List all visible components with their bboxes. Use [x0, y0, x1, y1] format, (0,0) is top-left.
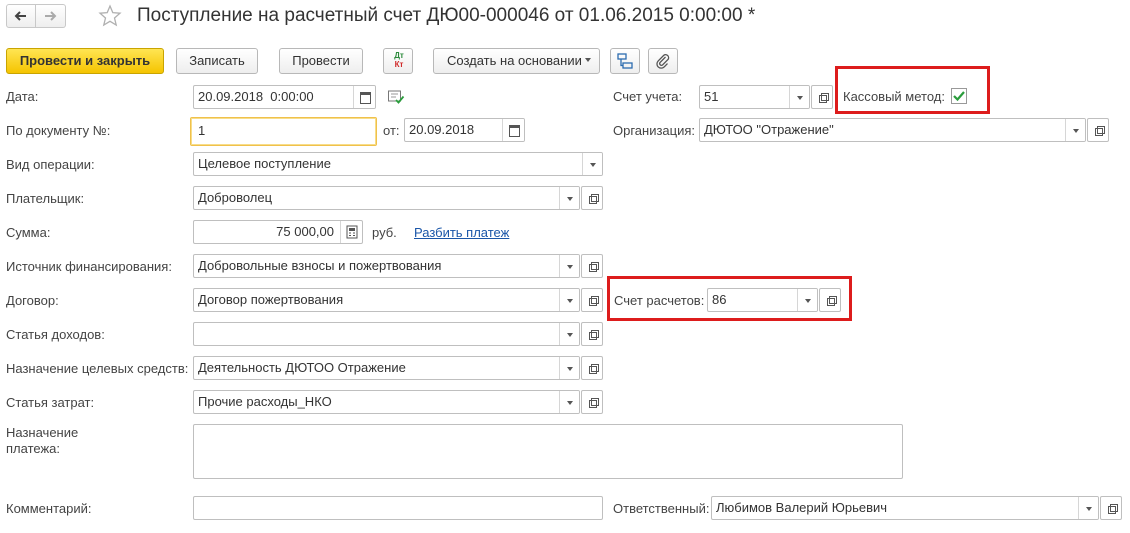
forward-button[interactable]: [36, 4, 66, 28]
responsible-label: Ответственный:: [613, 501, 710, 516]
responsible-open-button[interactable]: [1100, 496, 1122, 520]
funding-source-label: Источник финансирования:: [6, 259, 172, 274]
from-calendar-icon[interactable]: [502, 119, 524, 141]
funding-source-dropdown-icon[interactable]: [559, 255, 579, 277]
target-funds-label: Назначение целевых средств:: [6, 361, 189, 376]
cash-method-highlight: [835, 66, 990, 114]
expense-item-value: Прочие расходы_НКО: [198, 394, 332, 409]
date-field[interactable]: 20.09.2018 0:00:00: [193, 85, 376, 109]
notes-check-icon[interactable]: [387, 89, 405, 105]
payment-purpose-label-line1: Назначение: [6, 425, 79, 440]
organization-open-button[interactable]: [1087, 118, 1109, 142]
structure-icon: [617, 53, 633, 69]
payer-open-button[interactable]: [581, 186, 603, 210]
payer-select[interactable]: Доброволец: [193, 186, 580, 210]
attachment-button[interactable]: [648, 48, 678, 74]
currency-label: руб.: [372, 225, 397, 240]
date-label: Дата:: [6, 89, 39, 104]
comment-input[interactable]: [193, 496, 603, 520]
responsible-dropdown-icon[interactable]: [1078, 497, 1098, 519]
account-value: 51: [704, 89, 719, 104]
account-label: Счет учета:: [613, 89, 683, 104]
page-title: Поступление на расчетный счет ДЮ00-00004…: [137, 5, 756, 26]
comment-label: Комментарий:: [6, 501, 92, 516]
amount-value: 75 000,00: [276, 224, 334, 239]
account-select[interactable]: 51: [699, 85, 810, 109]
contract-select[interactable]: Договор пожертвования: [193, 288, 580, 312]
from-date-label: от:: [383, 123, 400, 138]
funding-source-select[interactable]: Добровольные взносы и пожертвования: [193, 254, 580, 278]
organization-select[interactable]: ДЮТОО "Отражение": [699, 118, 1086, 142]
organization-label: Организация:: [613, 123, 696, 138]
payment-purpose-label-line2: платежа:: [6, 441, 60, 456]
amount-label: Сумма:: [6, 225, 51, 240]
back-button[interactable]: [6, 4, 36, 28]
income-item-label: Статья доходов:: [6, 327, 105, 342]
chevron-down-icon: [585, 58, 591, 62]
calculator-icon[interactable]: [340, 221, 362, 243]
income-item-dropdown-icon[interactable]: [559, 323, 579, 345]
income-item-select[interactable]: [193, 322, 580, 346]
star-icon[interactable]: [98, 4, 122, 28]
date-value: 20.09.2018 0:00:00: [198, 89, 314, 104]
funding-source-value: Добровольные взносы и пожертвования: [198, 258, 442, 273]
contract-open-button[interactable]: [581, 288, 603, 312]
operation-select[interactable]: Целевое поступление: [193, 152, 603, 176]
operation-label: Вид операции:: [6, 157, 95, 172]
post-button[interactable]: Провести: [279, 48, 363, 74]
calendar-icon[interactable]: [353, 86, 375, 108]
dt-kt-icon: Дт Кт: [394, 51, 404, 69]
payer-value: Доброволец: [198, 190, 273, 205]
dt-kt-button[interactable]: Дт Кт: [383, 48, 413, 74]
organization-value: ДЮТОО "Отражение": [704, 122, 834, 137]
payment-purpose-textarea[interactable]: [193, 424, 903, 479]
target-funds-dropdown-icon[interactable]: [559, 357, 579, 379]
income-item-open-button[interactable]: [581, 322, 603, 346]
contract-dropdown-icon[interactable]: [559, 289, 579, 311]
arrow-left-icon: [14, 11, 26, 21]
paperclip-icon: [656, 54, 670, 69]
contract-value: Договор пожертвования: [198, 292, 344, 307]
title-bar: Поступление на расчетный счет ДЮ00-00004…: [0, 0, 1130, 34]
target-funds-open-button[interactable]: [581, 356, 603, 380]
split-payment-link[interactable]: Разбить платеж: [414, 225, 509, 241]
create-based-on-button[interactable]: Создать на основании: [433, 48, 600, 74]
payer-dropdown-icon[interactable]: [559, 187, 579, 209]
responsible-value: Любимов Валерий Юрьевич: [716, 500, 888, 515]
operation-dropdown-icon[interactable]: [582, 153, 602, 175]
settlement-account-highlight: [607, 276, 852, 321]
create-based-on-label: Создать на основании: [447, 53, 582, 68]
funding-source-open-button[interactable]: [581, 254, 603, 278]
structure-button[interactable]: [610, 48, 640, 74]
target-funds-select[interactable]: Деятельность ДЮТОО Отражение: [193, 356, 580, 380]
post-and-close-button[interactable]: Провести и закрыть: [6, 48, 164, 74]
amount-input[interactable]: 75 000,00: [193, 220, 363, 244]
doc-number-value: 1: [198, 123, 206, 138]
contract-label: Договор:: [6, 293, 59, 308]
target-funds-value: Деятельность ДЮТОО Отражение: [198, 360, 406, 375]
expense-item-dropdown-icon[interactable]: [559, 391, 579, 413]
doc-number-input[interactable]: 1: [190, 117, 377, 146]
expense-item-select[interactable]: Прочие расходы_НКО: [193, 390, 580, 414]
arrow-right-icon: [45, 11, 57, 21]
account-dropdown-icon[interactable]: [789, 86, 809, 108]
from-date-value: 20.09.2018: [409, 122, 475, 137]
account-open-button[interactable]: [811, 85, 833, 109]
doc-number-label: По документу №:: [6, 123, 111, 138]
expense-item-label: Статья затрат:: [6, 395, 95, 410]
save-button[interactable]: Записать: [176, 48, 258, 74]
from-date-field[interactable]: 20.09.2018: [404, 118, 525, 142]
responsible-select[interactable]: Любимов Валерий Юрьевич: [711, 496, 1099, 520]
organization-dropdown-icon[interactable]: [1065, 119, 1085, 141]
payer-label: Плательщик:: [6, 191, 85, 206]
expense-item-open-button[interactable]: [581, 390, 603, 414]
operation-value: Целевое поступление: [198, 156, 331, 171]
